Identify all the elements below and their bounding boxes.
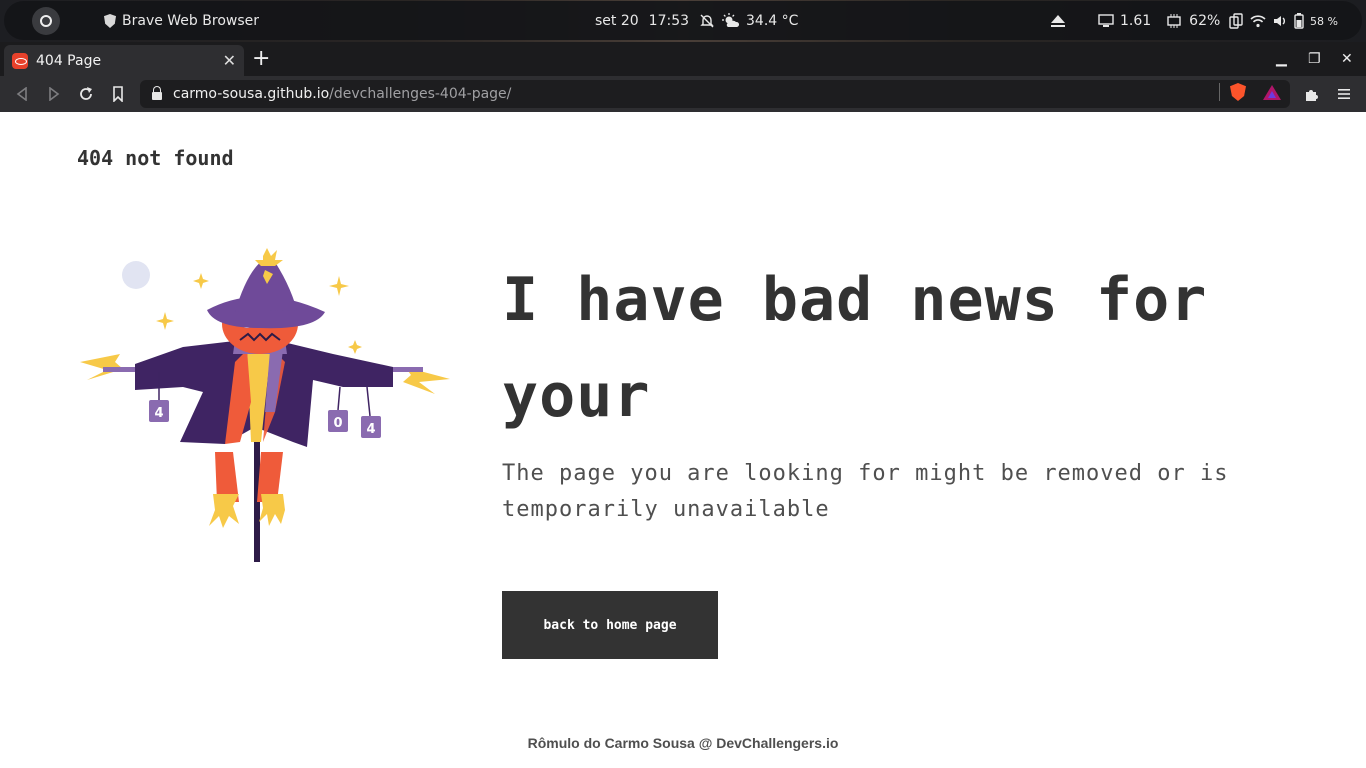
toolbar-separator (1219, 83, 1220, 101)
menu-icon[interactable] (1332, 82, 1356, 106)
page-footer: Rômulo do Carmo Sousa @ DevChallengers.i… (527, 735, 839, 751)
cpu-icon (1167, 14, 1181, 28)
back-home-button[interactable]: back to home page (502, 591, 718, 659)
address-bar[interactable]: carmo-sousa.github.io/devchallenges-404-… (140, 80, 1290, 108)
restore-icon[interactable]: ❐ (1308, 51, 1321, 67)
battery-icon (1294, 13, 1304, 29)
hanging-can-3: 4 (361, 416, 381, 438)
phone-icon (1229, 13, 1243, 29)
hanging-can-2: 0 (328, 410, 348, 432)
system-monitor[interactable]: 1.61 62% (1098, 0, 1220, 42)
page-subtitle: The page you are looking for might be re… (502, 461, 1229, 522)
page-content: 404 not found 4 0 4 I have bad news for … (0, 112, 1366, 768)
weather-icon (722, 13, 740, 27)
date-text: set 20 (595, 13, 639, 29)
bookmark-icon[interactable] (106, 82, 130, 106)
cpu-text: 62% (1189, 13, 1221, 29)
lock-icon[interactable] (152, 86, 162, 100)
eject-icon[interactable] (1049, 13, 1067, 29)
temperature-text: 34.4 °C (746, 13, 799, 29)
monitor-icon (1098, 14, 1114, 27)
can-2-label: 0 (333, 416, 342, 431)
focused-app-name: Brave Web Browser (122, 13, 259, 29)
page-headline: I have bad news for your (502, 265, 1208, 431)
tab-404-page[interactable]: 404 Page ✕ (4, 45, 244, 76)
focused-app-indicator[interactable]: Brave Web Browser (104, 0, 259, 42)
browser-toolbar: carmo-sousa.github.io/devchallenges-404-… (0, 76, 1366, 112)
can-3-label: 4 (366, 422, 375, 437)
url-path: /devchallenges-404-page/ (329, 86, 512, 102)
new-tab-button[interactable]: + (252, 48, 270, 70)
tab-strip: 404 Page ✕ + ▁ ❐ ✕ (0, 42, 1366, 76)
back-icon[interactable] (10, 82, 34, 106)
window-close-icon[interactable]: ✕ (1341, 51, 1353, 67)
site-brand[interactable]: 404 not found (77, 146, 234, 170)
system-tray[interactable]: 58 % (1228, 0, 1338, 42)
wifi-icon (1250, 15, 1266, 28)
close-tab-icon[interactable]: ✕ (223, 51, 236, 70)
notifications-off-icon (700, 14, 714, 28)
clock[interactable]: set 20 17:53 (595, 0, 715, 42)
load-text: 1.61 (1120, 13, 1152, 29)
os-top-bar: Brave Web Browser set 20 17:53 34.4 °C 1… (0, 0, 1366, 42)
site-favicon-icon (12, 52, 28, 69)
tab-title: 404 Page (36, 52, 102, 69)
extensions-icon[interactable] (1300, 82, 1324, 106)
forward-icon[interactable] (42, 82, 66, 106)
url-domain: carmo-sousa.github.io (173, 86, 330, 102)
hanging-can-1: 4 (149, 400, 169, 422)
time-text: 17:53 (648, 13, 690, 29)
activities-icon[interactable] (32, 7, 60, 35)
brave-shield-icon (104, 14, 116, 28)
battery-text: 58 % (1310, 14, 1338, 28)
weather-indicator[interactable]: 34.4 °C (722, 0, 798, 42)
can-1-label: 4 (154, 406, 163, 421)
scarecrow-illustration: 4 0 4 (80, 248, 450, 562)
volume-icon (1274, 16, 1285, 26)
reload-icon[interactable] (74, 82, 98, 106)
minimize-icon[interactable]: ▁ (1276, 51, 1287, 67)
brave-rewards-icon[interactable] (1263, 85, 1281, 100)
